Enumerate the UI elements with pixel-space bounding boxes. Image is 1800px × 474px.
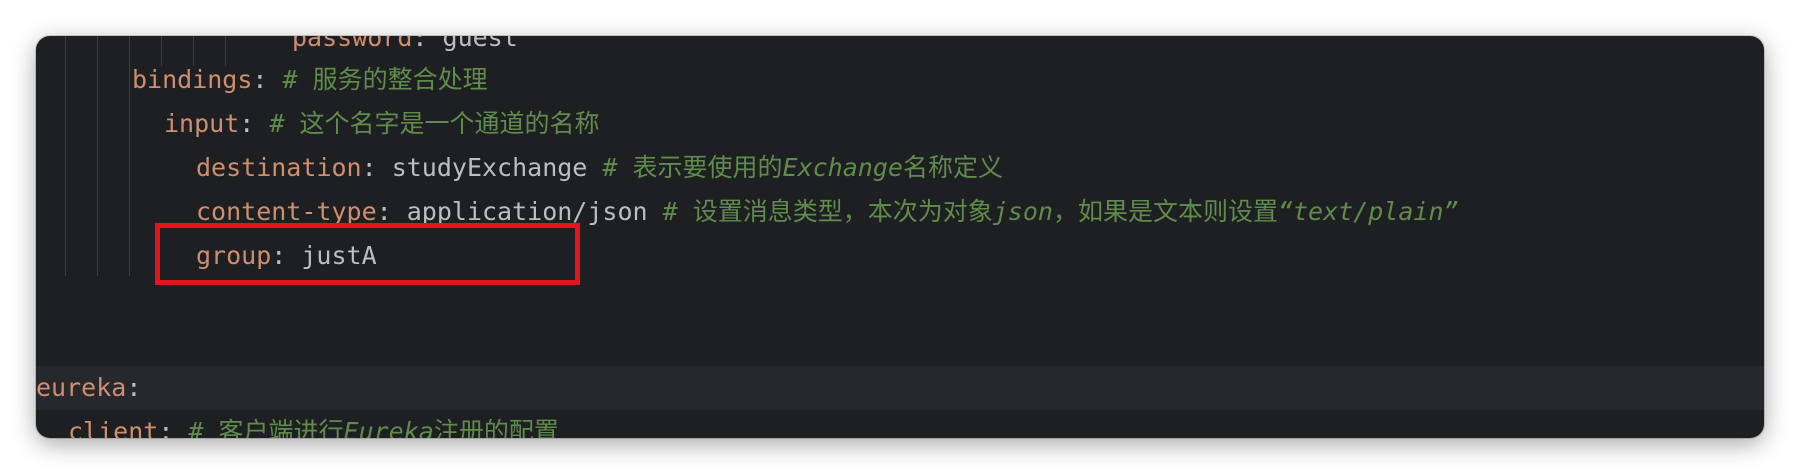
yaml-key: client [68, 417, 159, 438]
code-line-eureka[interactable]: eureka: [36, 366, 1764, 410]
comment-text-italic: Eureka [343, 417, 434, 438]
yaml-separator: : [361, 153, 392, 182]
code-line-input[interactable]: input: # 这个名字是一个通道的名称 [36, 102, 1764, 146]
yaml-editor[interactable]: password: guest bindings: # 服务的整合处理 inpu… [36, 36, 1764, 438]
yaml-comment: # 服务的整合处理 [283, 65, 488, 94]
yaml-comment: # 客户端进行Eureka注册的配置 [188, 417, 558, 438]
comment-text: 名称定义 [902, 153, 1003, 182]
code-editor-window: password: guest bindings: # 服务的整合处理 inpu… [36, 36, 1764, 438]
comment-text: 注册的配置 [433, 417, 559, 438]
comment-text: ，如果是文本则设置 [1052, 197, 1278, 226]
yaml-key: eureka [36, 373, 127, 402]
comment-text-italic: json [992, 197, 1053, 226]
yaml-value: application/json [406, 197, 663, 226]
comment-text: # 设置消息类型，本次为对象 [662, 197, 993, 226]
comment-text-italic: “text/plain” [1277, 197, 1459, 226]
comment-text-italic: Exchange [782, 153, 903, 182]
annotation-highlight-box [155, 223, 580, 285]
code-line-password[interactable]: password: guest [36, 36, 1764, 60]
yaml-key: destination [196, 153, 362, 182]
yaml-value: guest [442, 36, 518, 52]
yaml-key: password [292, 36, 413, 52]
yaml-separator: : [239, 109, 270, 138]
comment-text: # 客户端进行 [188, 417, 344, 438]
yaml-separator: : [158, 417, 189, 438]
comment-text: # 表示要使用的 [602, 153, 783, 182]
yaml-separator: : [412, 36, 443, 52]
yaml-comment: # 表示要使用的Exchange名称定义 [602, 153, 1003, 182]
yaml-key: input [164, 109, 240, 138]
comment-text: # 服务的整合处理 [282, 65, 488, 94]
yaml-key: bindings [132, 65, 253, 94]
yaml-separator: : [376, 197, 407, 226]
code-line-client[interactable]: client: # 客户端进行Eureka注册的配置 [36, 410, 1764, 438]
code-line-bindings[interactable]: bindings: # 服务的整合处理 [36, 58, 1764, 102]
yaml-key: content-type [196, 197, 377, 226]
yaml-separator: : [126, 373, 142, 402]
comment-text: # 这个名字是一个通道的名称 [269, 109, 600, 138]
yaml-separator: : [252, 65, 283, 94]
yaml-comment: # 这个名字是一个通道的名称 [269, 109, 599, 138]
code-line-destination[interactable]: destination: studyExchange # 表示要使用的Excha… [36, 146, 1764, 190]
yaml-value: studyExchange [391, 153, 603, 182]
yaml-comment: # 设置消息类型，本次为对象json，如果是文本则设置“text/plain” [663, 197, 1459, 226]
